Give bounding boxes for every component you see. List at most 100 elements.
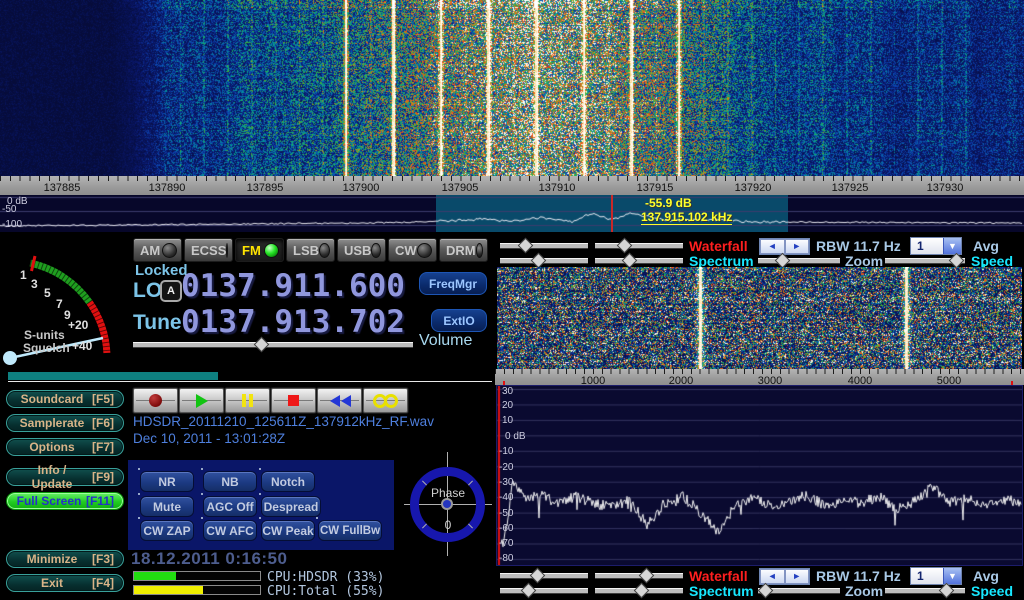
waterfall-lower-level-slider[interactable] xyxy=(595,569,683,582)
s-meter-scale-label: +20 xyxy=(68,318,88,332)
cpu-hdsdr-bar xyxy=(133,571,261,581)
minimize-button[interactable]: Minimize[F3] xyxy=(6,550,124,568)
stop-button[interactable] xyxy=(271,388,316,413)
af-db-label: -70 xyxy=(499,538,513,549)
mode-fm-button[interactable]: FM xyxy=(235,238,284,262)
spectrum-lower-level-slider[interactable] xyxy=(595,254,683,267)
dropdown-arrow-icon[interactable]: ▼ xyxy=(943,238,961,254)
af-db-label: -60 xyxy=(499,523,513,534)
scroll-right-icon[interactable]: ► xyxy=(785,239,810,254)
s-meter-scale-label: 7 xyxy=(56,297,63,311)
cw-afc-button[interactable]: CW AFC xyxy=(203,520,257,541)
af-frequency-ruler[interactable]: 1000 2000 3000 4000 5000 xyxy=(495,369,1024,386)
datetime-display: 18.12.2011 0:16:50 xyxy=(131,549,287,569)
freq-tick-label: 137915 xyxy=(637,182,674,194)
freq-tick-label: 137920 xyxy=(735,182,772,194)
mode-led xyxy=(226,243,228,258)
cursor-level-readout: -55.9 dB xyxy=(645,196,692,210)
freq-tick-label: 137885 xyxy=(44,182,81,194)
playback-progress[interactable] xyxy=(8,371,492,382)
af-db-label: -80 xyxy=(499,553,513,564)
scroll-left-icon[interactable]: ◄ xyxy=(760,569,785,584)
spectrum-upper-level-slider[interactable] xyxy=(500,254,588,267)
ruler-ticks xyxy=(0,176,1024,181)
waterfall-scrollbar[interactable]: ◄ ► xyxy=(759,568,810,585)
af-control-row-bottom: Waterfall ◄ ► RBW 11.7 Hz 1 ▼ Avg Spectr… xyxy=(495,567,1024,597)
mode-drm-button[interactable]: DRM xyxy=(439,238,488,262)
cw-fullbw-button[interactable]: CW FullBw xyxy=(318,520,382,541)
freqmgr-button[interactable]: FreqMgr xyxy=(419,272,487,295)
volume-slider[interactable] xyxy=(133,338,413,351)
exit-button[interactable]: Exit[F4] xyxy=(6,574,124,592)
wav-file-date: Dec 10, 2011 - 13:01:28Z xyxy=(133,431,285,446)
cw-zap-button[interactable]: CW ZAP xyxy=(140,520,194,541)
scroll-right-icon[interactable]: ► xyxy=(785,569,810,584)
zoom-slider[interactable] xyxy=(758,584,840,597)
waterfall-upper-level-slider[interactable] xyxy=(500,569,588,582)
samplerate-button[interactable]: Samplerate[F6] xyxy=(6,414,124,432)
af-db-label: -50 xyxy=(499,508,513,519)
record-button[interactable] xyxy=(133,388,178,413)
spectrum-lower-level-slider[interactable] xyxy=(595,584,683,597)
zoom-slider[interactable] xyxy=(758,254,840,267)
nb-button[interactable]: NB xyxy=(203,471,257,492)
tune-cursor-line[interactable] xyxy=(611,195,613,232)
agc-button[interactable]: AGC Off xyxy=(203,496,257,517)
play-button[interactable] xyxy=(179,388,224,413)
volume-slider-thumb[interactable] xyxy=(254,337,270,353)
despread-button[interactable]: Despread xyxy=(261,496,321,517)
mode-ecss-button[interactable]: ECSS xyxy=(184,238,233,262)
af-db-label: -40 xyxy=(499,492,513,503)
cpu-total-bar xyxy=(133,585,261,595)
mode-led xyxy=(417,243,432,258)
record-icon xyxy=(149,394,162,407)
af-spectrum-display[interactable]: 30 20 10 0 dB -10 -20 -30 -40 -50 -60 -7… xyxy=(496,385,1023,566)
avg-dropdown[interactable]: 1 ▼ xyxy=(910,567,962,585)
options-button[interactable]: Options[F7] xyxy=(6,438,124,456)
waterfall-upper-level-slider[interactable] xyxy=(500,239,588,252)
squelch-label: Squelch xyxy=(23,341,70,355)
info-update-button[interactable]: Info / Update[F9] xyxy=(6,468,124,486)
rewind-button[interactable] xyxy=(317,388,362,413)
speed-slider[interactable] xyxy=(885,584,965,597)
speed-slider[interactable] xyxy=(885,254,965,267)
rf-spectrum-display[interactable]: 0 dB -50 -100 -55.9 dB 137.915.102 kHz xyxy=(0,195,1024,232)
waterfall-scrollbar[interactable]: ◄ ► xyxy=(759,238,810,255)
mode-usb-button[interactable]: USB xyxy=(337,238,386,262)
lo-frequency-display[interactable]: 0137.911.600 xyxy=(181,268,405,304)
dsp-panel: NR NB Notch Mute AGC Off Despread CW ZAP… xyxy=(128,460,394,550)
rf-waterfall-display[interactable] xyxy=(0,0,1024,176)
s-meter-scale-label: 5 xyxy=(44,286,51,300)
nr-button[interactable]: NR xyxy=(140,471,194,492)
scroll-left-icon[interactable]: ◄ xyxy=(760,239,785,254)
waterfall-label: Waterfall xyxy=(689,238,748,254)
af-db-label: -20 xyxy=(499,462,513,473)
cw-peak-button[interactable]: CW Peak xyxy=(261,520,315,541)
waterfall-lower-level-slider[interactable] xyxy=(595,239,683,252)
soundcard-button[interactable]: Soundcard[F5] xyxy=(6,390,124,408)
rf-spectrum-trace xyxy=(0,195,1024,232)
notch-button[interactable]: Notch xyxy=(261,471,315,492)
tune-label: Tune xyxy=(133,311,182,335)
mode-am-button[interactable]: AM xyxy=(133,238,182,262)
avg-label: Avg xyxy=(973,568,999,584)
mode-cw-button[interactable]: CW xyxy=(388,238,437,262)
zoom-label: Zoom xyxy=(845,583,883,599)
avg-dropdown[interactable]: 1 ▼ xyxy=(910,237,962,255)
mode-lsb-button[interactable]: LSB xyxy=(286,238,335,262)
spectrum-upper-level-slider[interactable] xyxy=(500,584,588,597)
freq-tick-label: 137930 xyxy=(927,182,964,194)
af-waterfall-display[interactable] xyxy=(497,267,1022,369)
pause-button[interactable] xyxy=(225,388,270,413)
loop-button[interactable] xyxy=(363,388,408,413)
rf-frequency-ruler[interactable]: 137885 137890 137895 137900 137905 13791… xyxy=(0,176,1024,196)
tune-frequency-display[interactable]: 0137.913.702 xyxy=(181,304,405,340)
extio-button[interactable]: ExtIO xyxy=(431,309,487,332)
s-meter[interactable]: 1 3 5 7 9 +20 +40 S-units Squelch xyxy=(0,252,130,370)
lo-auto-badge[interactable]: A xyxy=(160,280,182,302)
af-db-label: 30 xyxy=(502,386,513,397)
speed-label: Speed xyxy=(971,583,1013,599)
mute-button[interactable]: Mute xyxy=(140,496,194,517)
stop-icon xyxy=(288,395,299,406)
fullscreen-button[interactable]: Full Screen[F11] xyxy=(6,492,124,510)
